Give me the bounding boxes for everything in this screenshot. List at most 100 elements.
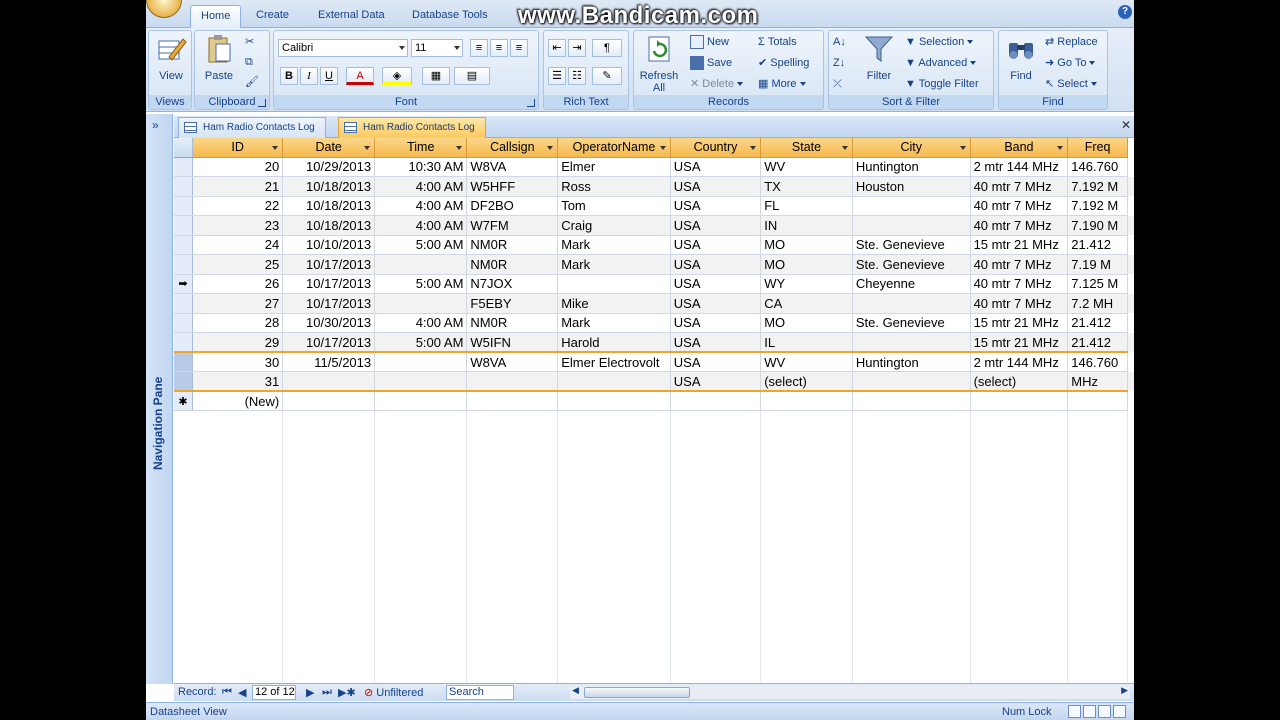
- table-cell[interactable]: (select): [970, 371, 1069, 392]
- clipboard-launcher-icon[interactable]: [258, 99, 266, 107]
- table-cell[interactable]: USA: [670, 235, 762, 255]
- column-filter-dropdown-icon[interactable]: [456, 146, 463, 150]
- record-selector[interactable]: [174, 293, 193, 314]
- table-row[interactable]: 22 10/18/2013 4:00 AM DF2BO Tom USA FL 40 mtr 7…: [174, 196, 1134, 216]
- first-record-icon[interactable]: ⏮: [222, 686, 232, 699]
- table-row[interactable]: 27 10/17/2013 F5EBY Mike USA CA 40 mtr 7 MHz 7.…: [174, 293, 1134, 314]
- column-header[interactable]: State: [760, 138, 853, 158]
- table-cell[interactable]: 21.412: [1067, 235, 1128, 255]
- column-filter-dropdown-icon[interactable]: [841, 146, 848, 150]
- record-selector[interactable]: [174, 176, 193, 197]
- spelling-button[interactable]: ✔ Spelling: [758, 54, 809, 72]
- navigation-pane[interactable]: » Navigation Pane: [146, 114, 173, 684]
- table-cell[interactable]: WY: [760, 274, 853, 294]
- table-cell[interactable]: 25: [192, 254, 284, 275]
- table-cell[interactable]: 22: [192, 196, 284, 216]
- table-cell[interactable]: Ste. Genevieve: [852, 254, 971, 275]
- table-cell[interactable]: CA: [760, 293, 853, 314]
- column-header[interactable]: Country: [670, 138, 762, 158]
- copy-icon[interactable]: ⧉: [245, 53, 253, 71]
- highlight-icon[interactable]: ✎: [592, 67, 622, 85]
- table-cell[interactable]: Huntington: [852, 157, 971, 177]
- column-filter-dropdown-icon[interactable]: [1057, 146, 1064, 150]
- table-cell[interactable]: 10/10/2013: [282, 235, 376, 255]
- table-cell[interactable]: 7.2 MH: [1067, 293, 1128, 314]
- table-cell[interactable]: NM0R: [466, 313, 559, 333]
- table-cell[interactable]: 40 mtr 7 MHz: [970, 196, 1069, 216]
- table-cell[interactable]: 7.190 M: [1067, 215, 1128, 236]
- table-cell[interactable]: NM0R: [466, 235, 559, 255]
- table-cell[interactable]: [1067, 391, 1128, 411]
- table-cell[interactable]: F5EBY: [466, 293, 559, 314]
- table-cell[interactable]: [670, 391, 762, 411]
- table-cell[interactable]: Ste. Genevieve: [852, 235, 971, 255]
- table-cell[interactable]: 21.412: [1067, 313, 1128, 333]
- table-cell[interactable]: 7.192 M: [1067, 176, 1128, 197]
- table-cell[interactable]: Mark: [557, 254, 671, 275]
- column-header[interactable]: Time: [374, 138, 468, 158]
- goto-button[interactable]: ➜ Go To: [1045, 54, 1096, 72]
- table-cell[interactable]: 10/17/2013: [282, 293, 376, 314]
- table-cell[interactable]: 2 mtr 144 MHz: [970, 351, 1069, 372]
- tab-database-tools[interactable]: Database Tools: [402, 5, 498, 28]
- font-color-icon[interactable]: A: [346, 67, 374, 85]
- table-cell[interactable]: [557, 274, 671, 294]
- table-cell[interactable]: WV: [760, 157, 853, 177]
- table-cell[interactable]: 20: [192, 157, 284, 177]
- column-filter-dropdown-icon[interactable]: [272, 146, 279, 150]
- table-row[interactable]: 29 10/17/2013 5:00 AM W5IFN Harold USA IL 15 mt…: [174, 332, 1134, 353]
- doc-tab-form[interactable]: Ham Radio Contacts Log: [178, 117, 326, 138]
- record-selector[interactable]: [174, 332, 193, 353]
- scroll-left-icon[interactable]: ◀: [572, 685, 579, 696]
- sort-ascending-icon[interactable]: A↓: [833, 33, 846, 51]
- table-cell[interactable]: 2 mtr 144 MHz: [970, 157, 1069, 177]
- advanced-button[interactable]: ▼ Advanced: [905, 54, 977, 72]
- office-button[interactable]: [146, 0, 182, 18]
- pivottable-view-icon[interactable]: [1083, 705, 1096, 718]
- table-cell[interactable]: 27: [192, 293, 284, 314]
- record-selector[interactable]: [174, 254, 193, 275]
- replace-button[interactable]: ⇄ Replace: [1045, 33, 1098, 51]
- table-cell[interactable]: 10/18/2013: [282, 176, 376, 197]
- table-cell[interactable]: 146.760: [1067, 351, 1128, 372]
- column-filter-dropdown-icon[interactable]: [959, 146, 966, 150]
- table-cell[interactable]: Ross: [557, 176, 671, 197]
- record-selector[interactable]: [174, 313, 193, 333]
- new-record-selector[interactable]: ✱: [174, 391, 193, 411]
- table-cell[interactable]: 10/30/2013: [282, 313, 376, 333]
- table-cell[interactable]: [282, 371, 376, 392]
- table-cell[interactable]: [374, 391, 468, 411]
- font-size-combo[interactable]: 11: [411, 39, 463, 57]
- delete-button[interactable]: ✕ Delete: [690, 75, 744, 93]
- table-cell[interactable]: [970, 391, 1069, 411]
- table-cell[interactable]: 10/17/2013: [282, 254, 376, 275]
- record-selector[interactable]: [174, 157, 193, 177]
- new-record-nav-icon[interactable]: ▶✱: [338, 686, 356, 699]
- table-cell[interactable]: 40 mtr 7 MHz: [970, 176, 1069, 197]
- align-right-icon[interactable]: ≡: [510, 39, 528, 57]
- table-cell[interactable]: 40 mtr 7 MHz: [970, 274, 1069, 294]
- table-cell[interactable]: 11/5/2013: [282, 351, 376, 372]
- table-cell[interactable]: Harold: [557, 332, 671, 353]
- table-cell[interactable]: Elmer Electrovolt: [557, 351, 671, 372]
- table-cell[interactable]: 24: [192, 235, 284, 255]
- toggle-filter-button[interactable]: ▼ Toggle Filter: [905, 75, 979, 93]
- table-cell[interactable]: TX: [760, 176, 853, 197]
- scroll-right-icon[interactable]: ▶: [1121, 685, 1128, 696]
- clear-sort-icon[interactable]: ⤫: [833, 75, 842, 93]
- column-header[interactable]: City: [852, 138, 971, 158]
- table-cell[interactable]: N7JOX: [466, 274, 559, 294]
- select-all-corner[interactable]: [174, 138, 193, 158]
- table-row[interactable]: 28 10/30/2013 4:00 AM NM0R Mark USA MO Ste. Gen…: [174, 313, 1134, 333]
- table-cell[interactable]: USA: [670, 254, 762, 275]
- paste-button[interactable]: Paste: [199, 33, 239, 82]
- record-selector[interactable]: [174, 196, 193, 216]
- table-cell[interactable]: 7.125 M: [1067, 274, 1128, 294]
- table-cell[interactable]: 30: [192, 351, 284, 372]
- select-button[interactable]: ↖ Select: [1045, 75, 1097, 93]
- table-cell[interactable]: 7.19 M: [1067, 254, 1128, 275]
- record-selector[interactable]: [174, 371, 193, 392]
- fill-color-icon[interactable]: ◈: [382, 67, 412, 85]
- new-record-row[interactable]: ✱ (New): [174, 391, 1134, 411]
- new-record-button[interactable]: New: [690, 33, 729, 51]
